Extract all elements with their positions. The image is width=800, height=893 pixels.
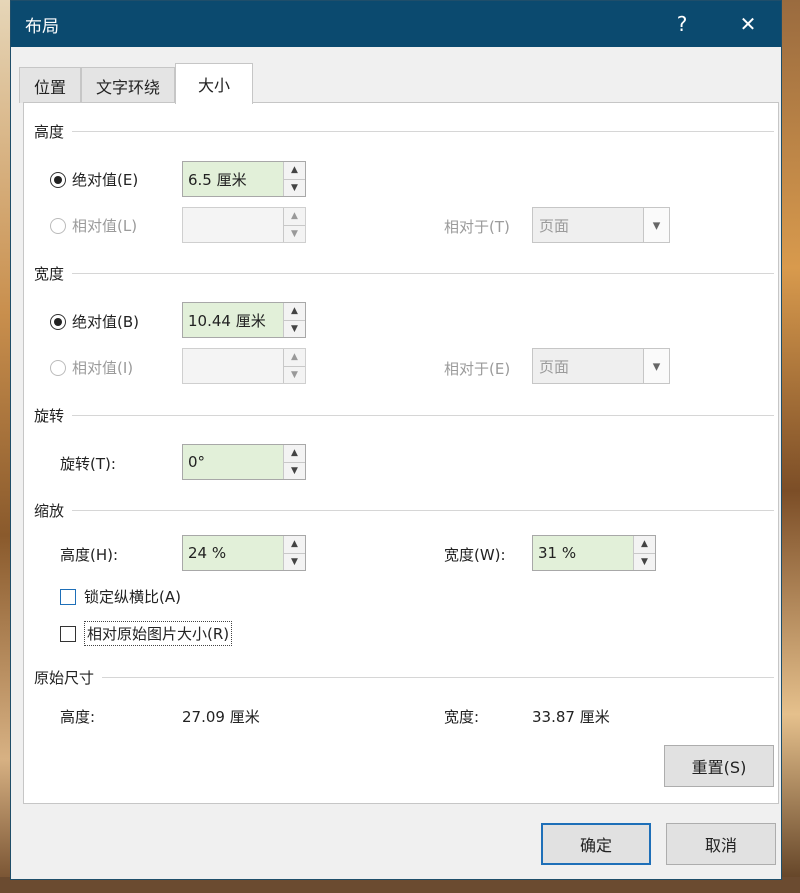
rotate-input[interactable]: 0° xyxy=(183,445,283,479)
height-relative-to-label: 相对于(T) xyxy=(444,218,510,236)
reset-button[interactable]: 重置(S) xyxy=(664,745,774,787)
spin-up-icon[interactable]: ▲ xyxy=(284,536,305,554)
checkbox-icon[interactable] xyxy=(60,625,76,642)
radio-unselected-icon[interactable] xyxy=(50,359,66,376)
height-relative-option[interactable]: 相对值(L) xyxy=(50,215,137,236)
scale-section-header: 缩放 xyxy=(34,498,774,522)
original-size-section-header: 原始尺寸 xyxy=(34,665,774,689)
rotate-label: 旋转(T): xyxy=(60,455,116,473)
spin-up-icon[interactable]: ▲ xyxy=(284,445,305,463)
width-absolute-input[interactable]: 10.44 厘米 xyxy=(183,303,283,337)
spin-down-icon[interactable]: ▼ xyxy=(284,553,305,570)
window-title: 布局 xyxy=(25,16,59,37)
tab-position[interactable]: 位置 xyxy=(19,67,82,103)
section-divider xyxy=(72,130,774,132)
section-divider xyxy=(72,509,774,511)
section-divider xyxy=(102,676,774,678)
chevron-down-icon[interactable]: ▾ xyxy=(643,349,669,383)
chevron-down-icon[interactable]: ▾ xyxy=(643,208,669,242)
spin-down-icon[interactable]: ▼ xyxy=(634,553,655,570)
spin-up-icon[interactable]: ▲ xyxy=(284,162,305,180)
height-section-header: 高度 xyxy=(34,119,774,143)
width-section-header: 宽度 xyxy=(34,261,774,285)
lock-aspect-ratio-label: 锁定纵横比(A) xyxy=(84,588,181,606)
scale-width-label: 宽度(W): xyxy=(444,546,506,564)
ok-button[interactable]: 确定 xyxy=(541,823,651,865)
original-width-label: 宽度: xyxy=(444,708,480,726)
close-button[interactable]: ✕ xyxy=(715,1,781,47)
width-relative-to-value: 页面 xyxy=(539,357,570,376)
original-height-value: 27.09 厘米 xyxy=(182,708,260,726)
spin-up-icon[interactable]: ▲ xyxy=(634,536,655,554)
rotate-spinner[interactable]: 0° ▲ ▼ xyxy=(182,444,306,480)
size-panel: 高度 绝对值(E) 6.5 厘米 ▲ ▼ 相对值(L) ▲ ▼ 相对于(T) 页面 … xyxy=(23,102,779,804)
width-section-title: 宽度 xyxy=(34,264,65,283)
scale-section-title: 缩放 xyxy=(34,501,65,520)
height-absolute-label: 绝对值(E) xyxy=(72,171,139,189)
width-relative-input[interactable] xyxy=(183,349,283,383)
height-absolute-input[interactable]: 6.5 厘米 xyxy=(183,162,283,196)
spin-down-icon[interactable]: ▼ xyxy=(284,462,305,479)
lock-aspect-ratio-checkbox[interactable]: 锁定纵横比(A) xyxy=(60,586,181,607)
width-relative-to-select[interactable]: 页面 ▾ xyxy=(532,348,670,384)
spin-down-icon[interactable]: ▼ xyxy=(284,320,305,337)
width-relative-to-label: 相对于(E) xyxy=(444,360,511,378)
radio-unselected-icon[interactable] xyxy=(50,217,66,234)
width-relative-option[interactable]: 相对值(I) xyxy=(50,357,133,378)
radio-selected-icon[interactable] xyxy=(50,313,66,330)
spin-up-icon[interactable]: ▲ xyxy=(284,208,305,226)
layout-dialog: 布局 ? ✕ 位置 文字环绕 大小 高度 绝对值(E) 6.5 厘米 ▲ ▼ 相对… xyxy=(10,0,782,880)
section-divider xyxy=(72,414,774,416)
scale-width-spinner[interactable]: 31 % ▲ ▼ xyxy=(532,535,656,571)
height-relative-label: 相对值(L) xyxy=(72,217,138,235)
spin-up-icon[interactable]: ▲ xyxy=(284,349,305,367)
spin-down-icon[interactable]: ▼ xyxy=(284,366,305,383)
height-absolute-spinner[interactable]: 6.5 厘米 ▲ ▼ xyxy=(182,161,306,197)
scale-height-input[interactable]: 24 % xyxy=(183,536,283,570)
width-absolute-spinner[interactable]: 10.44 厘米 ▲ ▼ xyxy=(182,302,306,338)
spin-down-icon[interactable]: ▼ xyxy=(284,179,305,196)
tab-text-wrapping[interactable]: 文字环绕 xyxy=(81,67,176,103)
original-size-section-title: 原始尺寸 xyxy=(34,668,95,687)
help-button[interactable]: ? xyxy=(649,1,715,47)
height-relative-to-value: 页面 xyxy=(539,216,570,235)
tab-size[interactable]: 大小 xyxy=(175,63,254,104)
rotate-section-title: 旋转 xyxy=(34,406,65,425)
tab-strip: 位置 文字环绕 大小 xyxy=(19,63,254,104)
width-absolute-option[interactable]: 绝对值(B) xyxy=(50,311,139,332)
height-relative-input[interactable] xyxy=(183,208,283,242)
relative-original-size-checkbox[interactable]: 相对原始图片大小(R) xyxy=(60,621,233,646)
width-absolute-label: 绝对值(B) xyxy=(72,313,139,331)
height-relative-spinner[interactable]: ▲ ▼ xyxy=(182,207,306,243)
checkbox-icon[interactable] xyxy=(60,588,76,605)
radio-selected-icon[interactable] xyxy=(50,171,66,188)
height-section-title: 高度 xyxy=(34,122,65,141)
relative-original-size-label: 相对原始图片大小(R) xyxy=(84,621,233,646)
title-bar: 布局 ? ✕ xyxy=(11,1,781,47)
spin-down-icon[interactable]: ▼ xyxy=(284,225,305,242)
rotate-section-header: 旋转 xyxy=(34,403,774,427)
section-divider xyxy=(72,272,774,274)
width-relative-spinner[interactable]: ▲ ▼ xyxy=(182,348,306,384)
scale-height-spinner[interactable]: 24 % ▲ ▼ xyxy=(182,535,306,571)
height-relative-to-select[interactable]: 页面 ▾ xyxy=(532,207,670,243)
scale-height-label: 高度(H): xyxy=(60,546,119,564)
scale-width-input[interactable]: 31 % xyxy=(533,536,633,570)
height-absolute-option[interactable]: 绝对值(E) xyxy=(50,169,138,190)
original-width-value: 33.87 厘米 xyxy=(532,708,610,726)
cancel-button[interactable]: 取消 xyxy=(666,823,776,865)
original-height-label: 高度: xyxy=(60,708,96,726)
width-relative-label: 相对值(I) xyxy=(72,359,134,377)
spin-up-icon[interactable]: ▲ xyxy=(284,303,305,321)
